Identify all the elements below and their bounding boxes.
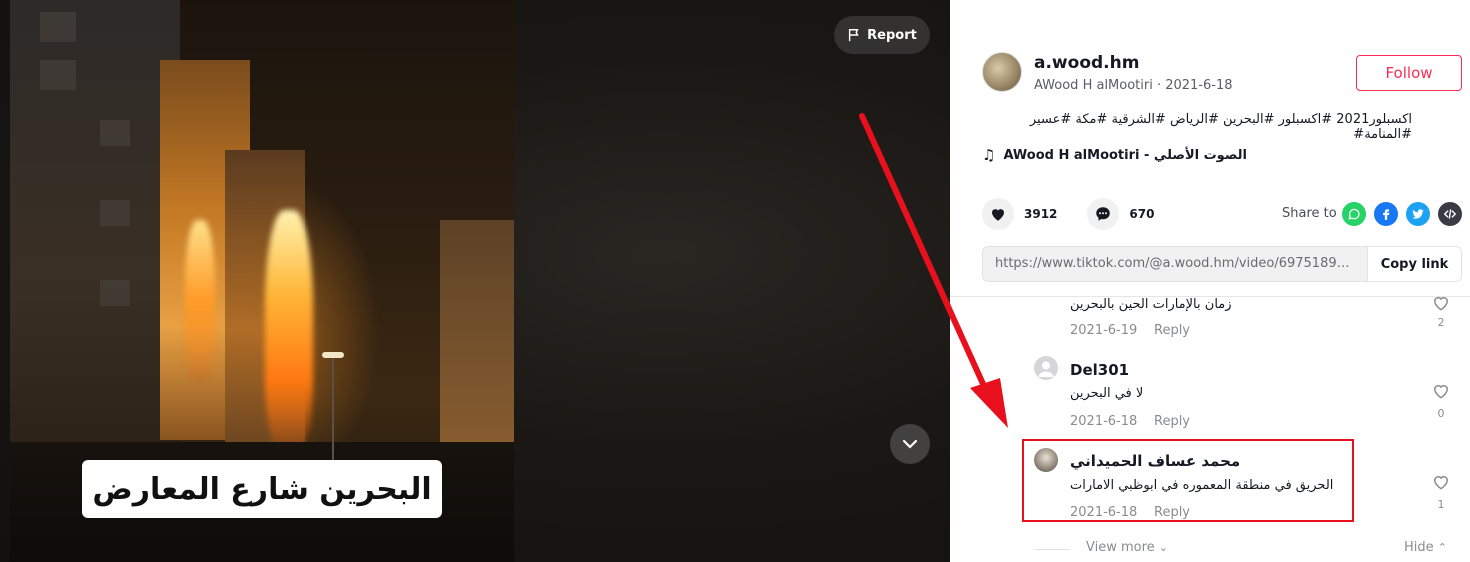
share-icons bbox=[1342, 202, 1462, 226]
action-bar: 3912 670 bbox=[982, 198, 1174, 230]
comment-avatar[interactable] bbox=[1034, 448, 1058, 472]
comment-author[interactable]: Del301 bbox=[1070, 361, 1129, 379]
video-link-url[interactable]: https://www.tiktok.com/@a.wood.hm/video/… bbox=[983, 247, 1367, 281]
thread-line bbox=[1034, 549, 1070, 550]
comment-count: 670 bbox=[1129, 207, 1155, 221]
copy-link-button[interactable]: Copy link bbox=[1367, 247, 1461, 281]
fire-flame-secondary bbox=[185, 220, 215, 380]
comment-like-count: 0 bbox=[1437, 407, 1445, 420]
details-panel: a.wood.hm AWood H alMootiri · 2021-6-18 … bbox=[950, 0, 1470, 562]
follow-button[interactable]: Follow bbox=[1356, 55, 1462, 91]
twitter-icon[interactable] bbox=[1406, 202, 1430, 226]
default-avatar-icon bbox=[1038, 361, 1054, 377]
building-left bbox=[10, 0, 180, 470]
comment-like-count: 1 bbox=[1437, 498, 1445, 511]
music-note-icon: ♫ bbox=[982, 146, 996, 164]
comment-avatar[interactable] bbox=[1034, 356, 1058, 380]
video-caption-overlay: البحرين شارع المعارض bbox=[82, 460, 442, 518]
reply-button[interactable]: Reply bbox=[1154, 505, 1190, 520]
author-display-line: AWood H alMootiri · 2021-6-18 bbox=[1034, 78, 1233, 93]
building-right bbox=[440, 220, 514, 460]
comment-text: الحريق في منطقة المعموره في ابوظبي الاما… bbox=[1070, 478, 1334, 493]
heart-outline-icon[interactable] bbox=[1431, 297, 1451, 313]
comment-date: 2021-6-18 bbox=[1070, 505, 1138, 520]
video-link-box: https://www.tiktok.com/@a.wood.hm/video/… bbox=[982, 246, 1462, 282]
chevron-down-icon: ⌄ bbox=[1158, 541, 1169, 554]
like-button[interactable] bbox=[982, 198, 1014, 230]
hide-label: Hide bbox=[1404, 540, 1434, 555]
flag-icon bbox=[849, 29, 859, 42]
share-label: Share to bbox=[1282, 206, 1337, 221]
comment-text: لا في البحرين bbox=[1070, 386, 1144, 401]
chevron-down-icon bbox=[902, 439, 918, 449]
tiktok-video-page: البحرين شارع المعارض Report a.wood.hm AW… bbox=[0, 0, 1470, 562]
facebook-icon[interactable] bbox=[1374, 202, 1398, 226]
music-title: AWood H alMootiri - الصوت الأصلي bbox=[1003, 147, 1247, 163]
hide-replies-button[interactable]: Hide ⌃ bbox=[1404, 540, 1447, 555]
comment-date: 2021-6-18 bbox=[1070, 414, 1138, 429]
author-username[interactable]: a.wood.hm bbox=[1034, 53, 1139, 73]
author-avatar[interactable] bbox=[982, 52, 1022, 92]
comment-text: زمان بالإمارات الحين بالبحرين bbox=[1070, 297, 1232, 312]
next-video-button[interactable] bbox=[890, 424, 930, 464]
heart-outline-icon[interactable] bbox=[1431, 381, 1451, 401]
view-more-button[interactable]: View more ⌄ bbox=[1086, 540, 1168, 555]
comment-icon bbox=[1096, 207, 1111, 221]
whatsapp-icon[interactable] bbox=[1342, 202, 1366, 226]
comment-author[interactable]: محمد عساف الحميداني bbox=[1070, 452, 1240, 470]
comment-button[interactable] bbox=[1087, 198, 1120, 230]
report-label: Report bbox=[867, 27, 917, 43]
post-description: اكسبلور2021 #اكسبلور #البحرين #الرياض #ا… bbox=[1029, 112, 1412, 142]
comment-list: زمان بالإمارات الحين بالبحرين 2021-6-19 … bbox=[950, 297, 1470, 562]
chevron-up-icon: ⌃ bbox=[1437, 541, 1447, 554]
reply-button[interactable]: Reply bbox=[1154, 323, 1190, 338]
report-button[interactable]: Report bbox=[834, 16, 930, 54]
fire-flame bbox=[265, 210, 313, 450]
view-more-label: View more bbox=[1086, 540, 1155, 555]
heart-outline-icon[interactable] bbox=[1431, 472, 1451, 492]
video-player[interactable]: البحرين شارع المعارض Report bbox=[0, 0, 950, 562]
street-light bbox=[322, 352, 344, 358]
reply-button[interactable]: Reply bbox=[1154, 414, 1190, 429]
like-count: 3912 bbox=[1024, 207, 1058, 221]
comment-like-count: 2 bbox=[1437, 316, 1445, 329]
comment-date: 2021-6-19 bbox=[1070, 323, 1138, 338]
heart-icon bbox=[992, 209, 1004, 221]
embed-icon[interactable] bbox=[1438, 202, 1462, 226]
music-link[interactable]: ♫ AWood H alMootiri - الصوت الأصلي bbox=[982, 146, 1247, 164]
